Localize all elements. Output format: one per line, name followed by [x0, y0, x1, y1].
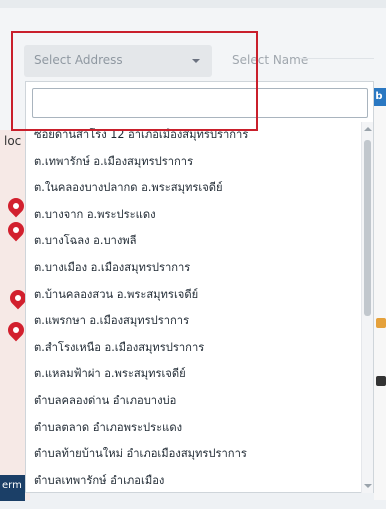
list-item[interactable]: ต.ในคลองบางปลากด อ.พระสมุทรเจดีย์ [26, 175, 358, 202]
divider [300, 58, 374, 59]
list-item[interactable]: ตำบลท้ายบ้านใหม่ อำเภอเมืองสมุทรปราการ [26, 441, 358, 468]
select-address-placeholder: Select Address [34, 53, 123, 67]
list-item[interactable]: ต.เทพารักษ์ อ.เมืองสมุทรปราการ [26, 149, 358, 176]
right-tag: b [372, 88, 386, 106]
list-item[interactable]: ต.บางโฉลง อ.บางพลี [26, 228, 358, 255]
select-address-dropdown[interactable]: Select Address [24, 45, 212, 77]
list-item[interactable]: ตำบลเทพารักษ์ อำเภอเมือง [26, 468, 358, 493]
address-list: ซอยด่านสำโรง 12 อำเภอเมืองสมุทรปราการ ต.… [26, 122, 358, 493]
list-item[interactable]: ต.แหลมฟ้าผ่า อ.พระสมุทรเจดีย์ [26, 361, 358, 388]
top-frame [0, 0, 386, 8]
marker-icon [376, 318, 386, 328]
scroll-down-icon[interactable] [364, 484, 372, 488]
bottom-left-text: erm [2, 480, 22, 491]
list-item[interactable]: ตำบลคลองด่าน อำเภอบางบ่อ [26, 388, 358, 415]
list-item[interactable]: ต.บางเมือง อ.เมืองสมุทรปราการ [26, 255, 358, 282]
map-side-label: loc [4, 134, 22, 148]
marker-icon [376, 376, 386, 386]
list-item[interactable]: ซอยด่านสำโรง 12 อำเภอเมืองสมุทรปราการ [26, 122, 358, 149]
dropdown-search-input[interactable] [32, 88, 368, 118]
list-item[interactable]: ต.แพรกษา อ.เมืองสมุทรปราการ [26, 308, 358, 335]
chevron-down-icon [192, 59, 200, 63]
list-item[interactable]: ต.บางจาก อ.พระประแดง [26, 202, 358, 229]
list-item[interactable]: ต.สำโรงเหนือ อ.เมืองสมุทรปราการ [26, 335, 358, 362]
list-item[interactable]: ตำบลตลาด อำเภอพระประแดง [26, 415, 358, 442]
address-dropdown-panel: ซอยด่านสำโรง 12 อำเภอเมืองสมุทรปราการ ต.… [25, 81, 374, 493]
right-panel [374, 90, 386, 500]
select-name-dropdown[interactable]: Select Name [232, 53, 308, 67]
list-item[interactable]: ต.บ้านคลองสวน อ.พระสมุทรเจดีย์ [26, 282, 358, 309]
scroll-up-icon[interactable] [364, 127, 372, 131]
dropdown-scrollbar[interactable] [361, 122, 373, 493]
scrollbar-thumb[interactable] [364, 140, 371, 316]
